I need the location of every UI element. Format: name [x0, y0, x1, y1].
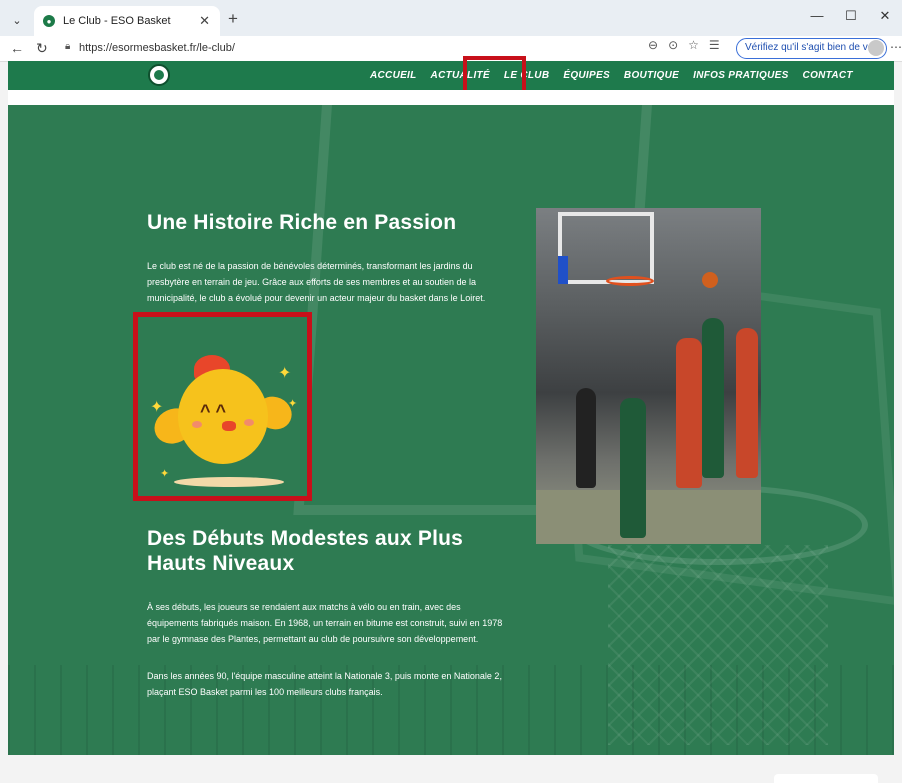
tab-bar: ⌄ ● Le Club - ESO Basket ✕ + — ☐ ✕ [0, 0, 902, 36]
mascot-eyes: ^ ^ [200, 401, 227, 421]
verify-label: Vérifiez qu'il s'agit bien de vous [745, 42, 884, 53]
main-menu: ACCUEIL ACTUALITÉ LE CLUB ÉQUIPES BOUTIQ… [370, 70, 853, 81]
debuts-paragraph-2: Dans les années 90, l'équipe masculine a… [147, 671, 502, 697]
url-field[interactable]: 🔒︎ https://esormesbasket.fr/le-club/ [58, 39, 728, 58]
zoom-icon[interactable]: ⊖ [648, 38, 658, 52]
mascot-cheek [192, 421, 202, 428]
sparkle-icon: ✦ [288, 398, 298, 410]
photo-hoop [606, 276, 654, 286]
reading-icon[interactable]: ⊙ [668, 38, 678, 52]
photo-player [736, 328, 758, 478]
highlight-box-mascot: ^ ^ ✦ ✦ ✦ ✦ [133, 312, 312, 501]
photo-player [676, 338, 702, 488]
nav-accueil[interactable]: ACCUEIL [370, 70, 417, 81]
section-title-debuts: Des Débuts Modestes aux Plus Hauts Nivea… [147, 527, 464, 575]
nav-boutique[interactable]: BOUTIQUE [624, 70, 679, 81]
club-logo-icon[interactable] [148, 64, 170, 86]
header-strip [8, 90, 894, 105]
photo-player [576, 388, 596, 488]
favorites-icon[interactable]: ☰ [709, 38, 720, 52]
nav-equipes[interactable]: ÉQUIPES [563, 70, 610, 81]
photo-player [620, 398, 646, 538]
debuts-paragraph-1: À ses débuts, les joueurs se rendaient a… [147, 602, 503, 644]
nav-contact[interactable]: CONTACT [803, 70, 853, 81]
verify-identity-button[interactable]: Vérifiez qu'il s'agit bien de vous [736, 38, 887, 59]
window-controls: — ☐ ✕ [800, 8, 902, 24]
nav-infos-pratiques[interactable]: INFOS PRATIQUES [693, 70, 788, 81]
section-title-history: Une Histoire Riche en Passion [147, 211, 457, 234]
photo-backboard [558, 212, 654, 284]
photo-court [536, 490, 761, 544]
mascot-shadow [174, 477, 284, 487]
star-icon[interactable]: ☆ [688, 38, 699, 52]
sparkle-icon: ✦ [150, 399, 164, 416]
sparkle-icon: ✦ [160, 468, 170, 480]
browser-tab[interactable]: ● Le Club - ESO Basket ✕ [34, 6, 220, 36]
new-tab-icon[interactable]: + [228, 9, 238, 29]
history-paragraph: Le club est né de la passion de bénévole… [147, 261, 486, 303]
more-icon[interactable]: ⋯ [890, 40, 902, 54]
address-icons: ⊖ ⊙ ☆ ☰ [648, 38, 720, 52]
favicon-icon: ● [43, 15, 55, 27]
site-navigation: ACCUEIL ACTUALITÉ LE CLUB ÉQUIPES BOUTIQ… [8, 61, 894, 90]
minimize-icon[interactable]: — [800, 8, 834, 24]
floating-widget[interactable] [774, 774, 878, 783]
mascot-cheek [244, 419, 254, 426]
lock-icon: 🔒︎ [65, 41, 71, 52]
maximize-icon[interactable]: ☐ [834, 8, 868, 24]
photo-backboard-pad [558, 256, 568, 284]
close-icon[interactable]: ✕ [199, 13, 210, 29]
back-icon[interactable]: ← [10, 40, 24, 56]
tab-title: Le Club - ESO Basket [63, 15, 171, 27]
mascot-beak [222, 421, 236, 431]
photo-ball [702, 272, 718, 288]
window-close-icon[interactable]: ✕ [868, 8, 902, 24]
refresh-icon[interactable]: ↻ [36, 40, 48, 57]
photo-player [702, 318, 724, 478]
profile-icon [868, 40, 884, 56]
basketball-photo [536, 208, 761, 544]
sparkle-icon: ✦ [278, 365, 292, 382]
url-text: https://esormesbasket.fr/le-club/ [79, 42, 235, 54]
tab-menu-icon[interactable]: ⌄ [6, 10, 28, 30]
